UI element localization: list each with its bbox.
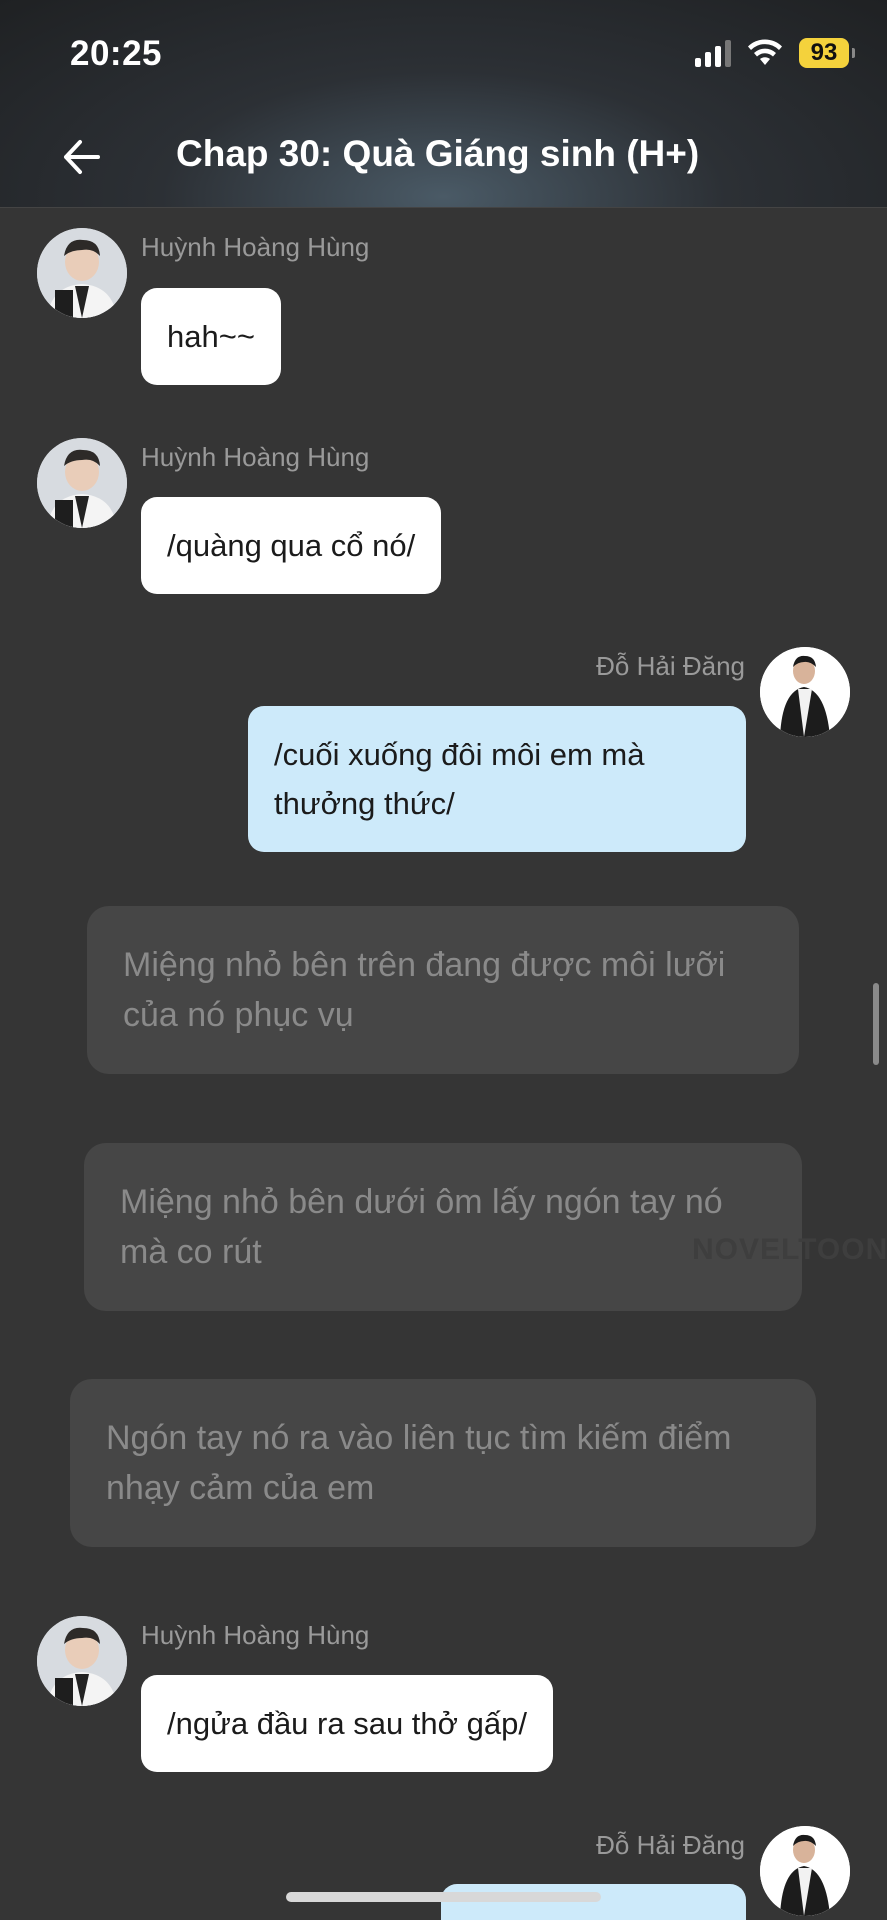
message-bubble[interactable]: hah~~ [141, 288, 281, 385]
status-icons: 93 [695, 38, 855, 68]
sender-name: Đỗ Hải Đăng [596, 651, 745, 681]
narration-block: Ngón tay nó ra vào liên tục tìm kiếm điể… [70, 1379, 816, 1547]
battery-icon: 93 [799, 38, 855, 68]
cellular-signal-icon [695, 39, 731, 67]
scrollbar[interactable] [873, 983, 879, 1065]
sender-name: Huỳnh Hoàng Hùng [141, 232, 370, 262]
chat-screen: 20:25 93 Chap 30: Quà Giáng sinh (H+) Hu… [0, 0, 887, 1920]
sender-name: Đỗ Hải Đăng [596, 1830, 745, 1860]
status-time: 20:25 [70, 34, 163, 73]
home-indicator[interactable] [286, 1892, 601, 1902]
top-bar: 20:25 93 Chap 30: Quà Giáng sinh (H+) [0, 0, 887, 208]
message-bubble[interactable]: /quàng qua cổ nó/ [141, 497, 442, 594]
arrow-left-icon [64, 140, 100, 174]
narration-block: Miệng nhỏ bên dưới ôm lấy ngón tay nó mà… [84, 1143, 802, 1311]
avatar[interactable] [760, 647, 850, 737]
avatar[interactable] [37, 228, 127, 318]
avatar[interactable] [760, 1826, 850, 1916]
sender-name: Huỳnh Hoàng Hùng [141, 442, 370, 472]
avatar[interactable] [37, 438, 127, 528]
wifi-icon [748, 39, 782, 65]
page-title: Chap 30: Quà Giáng sinh (H+) [176, 133, 700, 174]
message-bubble[interactable]: /cuối xuống đôi môi em mà thưởng thức/ [248, 706, 746, 852]
message-bubble[interactable]: /ngửa đầu ra sau thở gấp/ [141, 1675, 553, 1772]
back-button[interactable] [58, 132, 108, 182]
watermark: NOVELTOON [692, 1233, 887, 1266]
message-bubble[interactable] [441, 1884, 746, 1920]
sender-name: Huỳnh Hoàng Hùng [141, 1620, 370, 1650]
avatar[interactable] [37, 1616, 127, 1706]
narration-block: Miệng nhỏ bên trên đang được môi lưỡi củ… [87, 906, 799, 1074]
battery-level: 93 [810, 39, 838, 66]
